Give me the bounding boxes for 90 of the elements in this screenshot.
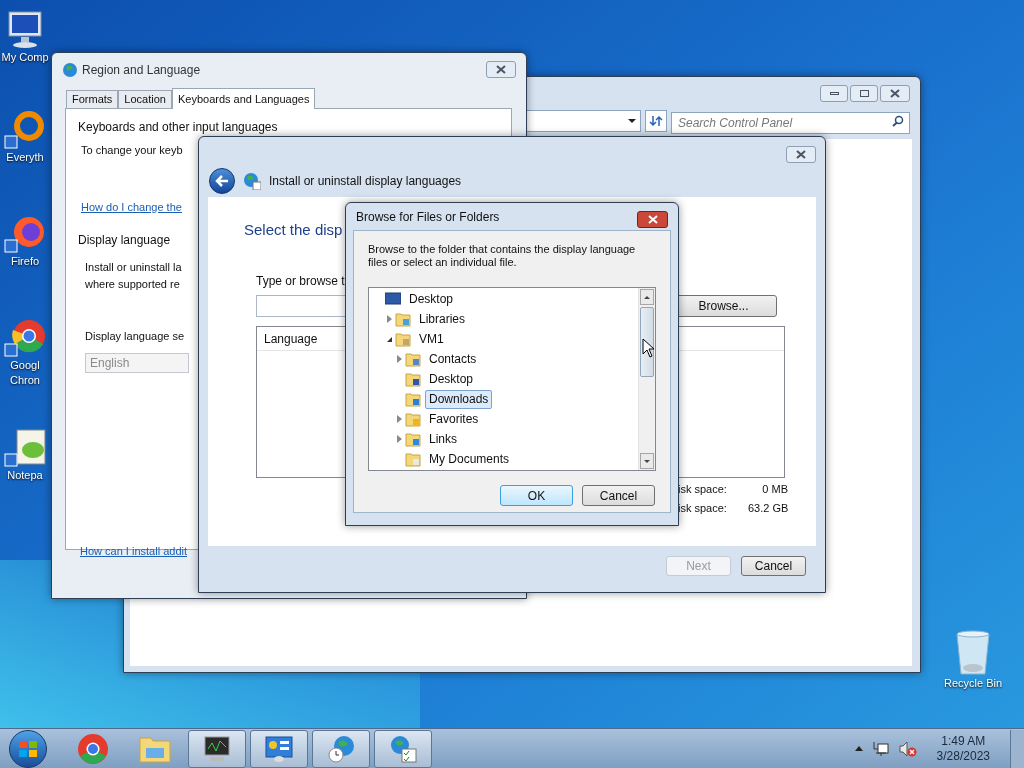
- close-icon: [647, 215, 658, 224]
- section-heading: Display language: [78, 232, 171, 249]
- folder-icon: [395, 311, 411, 327]
- field-label: Display language se: [85, 329, 185, 344]
- field-label: Type or browse t: [256, 272, 345, 290]
- minimize-button[interactable]: [820, 85, 848, 102]
- desktop-icon-label[interactable]: Notepa: [7, 468, 43, 483]
- search-icon: [892, 115, 904, 127]
- monitor-icon: [385, 292, 401, 306]
- disk-space-value: 0 MB: [761, 482, 788, 497]
- window-title: Region and Language: [82, 62, 201, 79]
- monitor-icon: [202, 734, 232, 763]
- tree-item[interactable]: Favorites: [425, 409, 483, 429]
- instruction-text: Browse to the folder that contains the display language files or select an individual file.: [368, 243, 637, 269]
- tree-item[interactable]: Libraries: [415, 309, 470, 329]
- folder-icon: [405, 431, 421, 447]
- scrollbar[interactable]: [638, 288, 655, 470]
- desktop-icon-label[interactable]: Googl: [10, 358, 40, 373]
- description-text: To change your keyb: [81, 143, 183, 158]
- close-button[interactable]: [880, 85, 910, 102]
- help-link[interactable]: How can I install addit: [80, 542, 187, 559]
- folder-icon: [405, 391, 421, 407]
- muted-speaker-icon[interactable]: [898, 740, 917, 757]
- tree-item[interactable]: Desktop: [425, 369, 478, 389]
- taskbar-button[interactable]: [250, 729, 308, 768]
- tray-arrow-icon[interactable]: [854, 746, 863, 751]
- notepad-icon: [3, 428, 47, 468]
- ring-icon: [3, 110, 47, 150]
- page-heading: Select the disp: [244, 220, 343, 240]
- globe-icon: [62, 62, 78, 78]
- clock-time[interactable]: 1:49 AM: [941, 733, 986, 749]
- folder-icon: [405, 371, 421, 387]
- clock-date[interactable]: 3/28/2023: [936, 748, 990, 764]
- chrome-icon: [3, 318, 47, 358]
- close-icon: [496, 65, 506, 74]
- scroll-down-icon: [640, 453, 654, 469]
- desktop-icon-label[interactable]: Chron: [10, 373, 40, 388]
- back-arrow-icon: [215, 175, 229, 187]
- tree-item[interactable]: My Documents: [425, 449, 514, 469]
- folder-icon: [405, 351, 421, 367]
- network-icon[interactable]: [872, 740, 889, 757]
- fox-globe-icon: [3, 214, 47, 254]
- globe-icon: [243, 172, 261, 190]
- close-icon: [796, 150, 806, 159]
- tab[interactable]: Formats: [66, 90, 119, 108]
- tree-item[interactable]: Links: [425, 429, 461, 449]
- description-text: Install or uninstall la: [85, 260, 182, 275]
- disk-space-label: isk space:: [678, 482, 728, 497]
- close-icon: [890, 89, 900, 98]
- disk-space-label: isk space:: [678, 500, 728, 516]
- maximize-button[interactable]: [850, 85, 878, 102]
- tab[interactable]: Location: [118, 90, 172, 108]
- globe-clock-icon: [326, 733, 356, 764]
- window-title: Install or uninstall display languages: [269, 173, 462, 190]
- search-field[interactable]: Search Control Panel: [671, 112, 910, 134]
- window-title: Browse for Files or Folders: [356, 208, 500, 226]
- close-button[interactable]: [786, 146, 816, 163]
- disk-space-value: 63.2 GB: [748, 500, 788, 516]
- tab[interactable]: Keyboards and Languages: [171, 88, 316, 109]
- wizard-button[interactable]: Cancel: [741, 556, 806, 576]
- close-button[interactable]: [637, 211, 668, 228]
- desktop-icon-label[interactable]: My Comp: [1, 50, 49, 65]
- windows-logo-icon: [18, 739, 38, 758]
- folder-icon: [405, 451, 421, 467]
- help-link[interactable]: How do I change the: [81, 198, 182, 215]
- control-panel-icon: [264, 734, 294, 763]
- column-header[interactable]: Language: [257, 326, 325, 350]
- close-button[interactable]: [486, 61, 516, 78]
- dropdown-arrow-icon: [628, 119, 636, 123]
- folder-icon: [405, 411, 421, 427]
- refresh-button[interactable]: [645, 110, 667, 132]
- tree-item[interactable]: Downloads: [425, 389, 493, 409]
- taskbar-button[interactable]: [188, 729, 246, 768]
- recycle-bin-icon: [953, 630, 993, 676]
- chrome-icon: [77, 732, 109, 765]
- dialog-button[interactable]: Cancel: [582, 485, 655, 506]
- desktop-icon-label[interactable]: Everyth: [6, 150, 44, 165]
- folder-icon: [395, 331, 411, 347]
- tree-item[interactable]: Contacts: [425, 349, 481, 369]
- back-button[interactable]: [209, 168, 235, 194]
- description-text: where supported re: [85, 276, 180, 292]
- globe-checklist-icon: [388, 733, 418, 764]
- refresh-icon: [649, 115, 663, 127]
- section-heading: Keyboards and other input languages: [78, 120, 278, 134]
- tree-item[interactable]: VM1: [415, 329, 448, 349]
- start-button[interactable]: [9, 729, 47, 768]
- desktop-icon-label[interactable]: Firefo: [10, 254, 40, 269]
- dialog-button[interactable]: OK: [500, 485, 573, 506]
- scroll-up-icon: [640, 289, 654, 305]
- tree-item[interactable]: Desktop: [405, 289, 458, 309]
